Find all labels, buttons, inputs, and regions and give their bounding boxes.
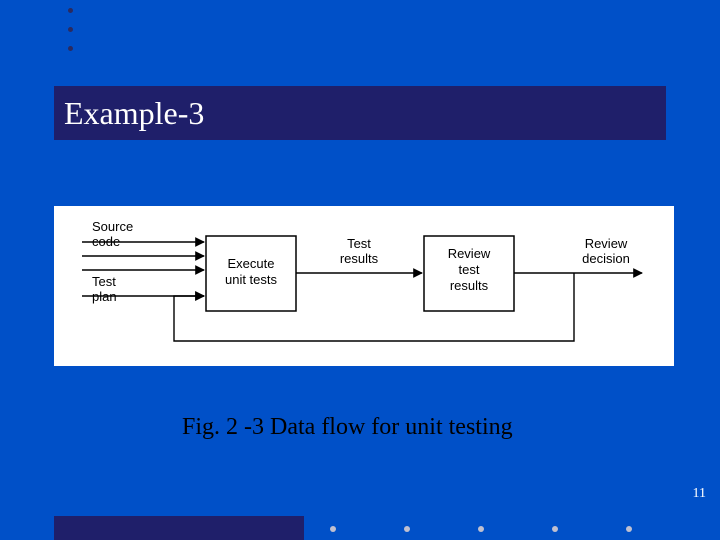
box1-line1: Execute <box>228 256 275 271</box>
label-test-results-1: Test <box>347 236 371 251</box>
box1-line2: unit tests <box>225 272 278 287</box>
dot-icon <box>68 27 73 32</box>
slide-title: Example-3 <box>64 95 204 132</box>
footer-bar <box>54 516 304 540</box>
box2-line1: Review <box>448 246 491 261</box>
label-review-decision-1: Review <box>585 236 628 251</box>
dot-icon <box>68 8 73 13</box>
title-bar: Example-3 <box>54 86 666 140</box>
figure-caption: Fig. 2 -3 Data flow for unit testing <box>182 414 513 441</box>
diagram-data-flow: Source code Test plan Execute unit tests… <box>54 206 674 366</box>
label-review-decision-2: decision <box>582 251 630 266</box>
dot-icon <box>330 526 336 532</box>
page-number: 11 <box>693 486 706 502</box>
dot-icon <box>404 526 410 532</box>
dot-icon <box>68 46 73 51</box>
label-test-results-2: results <box>340 251 379 266</box>
label-source-code-1: Source <box>92 219 133 234</box>
flow-svg: Source code Test plan Execute unit tests… <box>54 206 674 366</box>
label-test-plan-1: Test <box>92 274 116 289</box>
box2-line2: test <box>459 262 480 277</box>
box2-line3: results <box>450 278 489 293</box>
decorative-top-dots <box>68 8 73 51</box>
decorative-bottom-dots <box>330 526 632 532</box>
dot-icon <box>626 526 632 532</box>
dot-icon <box>552 526 558 532</box>
dot-icon <box>478 526 484 532</box>
